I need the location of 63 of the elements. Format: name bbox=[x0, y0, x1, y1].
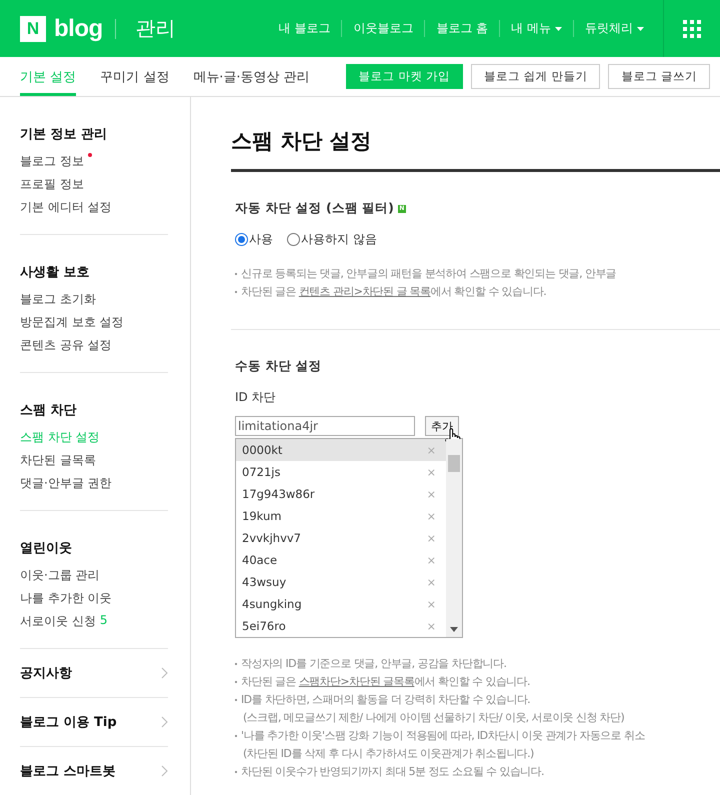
sidebar-heading: 스팸 차단 bbox=[20, 402, 78, 419]
chevron-icon bbox=[161, 716, 168, 728]
chevron-icon bbox=[161, 765, 168, 777]
sidebar-item[interactable]: 블로그 정보 bbox=[20, 153, 168, 170]
radio-option[interactable]: 사용하지 않음 bbox=[287, 231, 377, 248]
sidebar-item[interactable]: 댓글·안부글 권한 bbox=[20, 475, 168, 492]
sidebar-item[interactable]: 차단된 글목록 bbox=[20, 452, 168, 469]
sidebar-item[interactable]: 방문집계 보호 설정 bbox=[20, 314, 168, 331]
sidebar-item[interactable]: 서로이웃 신청 5 bbox=[20, 613, 168, 630]
note-text: '나를 추가한 이웃'스팸 강화 기능이 적용됨에 따라, ID차단시 이웃 관계가 자동으로 취소 bbox=[241, 728, 645, 743]
list-item[interactable]: 43wsuy × bbox=[236, 571, 446, 593]
grid-icon bbox=[683, 20, 701, 38]
id-input[interactable]: limitationa4jr bbox=[235, 416, 415, 436]
list-item[interactable]: 0721js × bbox=[236, 461, 446, 483]
page-title: 스팸 차단 설정 bbox=[231, 127, 720, 172]
radio-option[interactable]: 사용 bbox=[235, 231, 273, 248]
note-link[interactable]: 컨텐츠 관리>차단된 글 목록 bbox=[298, 285, 431, 298]
sidebar-item[interactable]: 프로필 정보 bbox=[20, 176, 168, 193]
request-count: 5 bbox=[100, 613, 108, 627]
sidebar-item[interactable]: 블로그 초기화 bbox=[20, 291, 168, 308]
scrollbar[interactable] bbox=[446, 439, 462, 637]
section-heading: 자동 차단 설정 (스팸 필터) bbox=[235, 200, 394, 217]
sidebar-heading: 사생활 보호 bbox=[20, 264, 91, 281]
list-item[interactable]: 4sungking × bbox=[236, 593, 446, 615]
action-button[interactable]: 블로그 쉽게 만들기 bbox=[471, 64, 600, 89]
nav-tab[interactable]: 메뉴·글·동영상 관리 bbox=[193, 57, 310, 96]
list-item[interactable]: 5ei76ro × bbox=[236, 615, 446, 637]
sidebar-link[interactable]: 블로그 이용 Tip bbox=[20, 713, 117, 731]
sidebar-heading: 열린이웃 bbox=[20, 540, 73, 557]
new-dot bbox=[88, 153, 92, 157]
list-item[interactable]: 2vvkjhvv7 × bbox=[236, 527, 446, 549]
list-item[interactable]: 0000kt × bbox=[236, 439, 446, 461]
sidebar-item[interactable]: 콘텐츠 공유 설정 bbox=[20, 337, 168, 354]
sidebar-item[interactable]: 나를 추가한 이웃 bbox=[20, 590, 168, 607]
radio-circle[interactable] bbox=[235, 233, 248, 246]
list-item[interactable]: 40ace × bbox=[236, 549, 446, 571]
sidebar-item[interactable]: 이웃·그룹 관리 bbox=[20, 567, 168, 584]
note-link[interactable]: 스팸차단>차단된 글목록 bbox=[298, 675, 414, 688]
scroll-thumb[interactable] bbox=[448, 455, 460, 472]
section-heading: 수동 차단 설정 bbox=[235, 358, 322, 375]
note-text: (스크랩, 메모글쓰기 제한/ 나에게 아이템 선물하기 차단/ 이웃, 서로이웃 신청 차단) bbox=[243, 710, 624, 725]
section-title: 관리 bbox=[136, 15, 176, 42]
action-button[interactable]: 블로그 글쓰기 bbox=[608, 64, 710, 89]
sidebar-link[interactable]: 블로그 스마트봇 bbox=[20, 762, 116, 780]
list-item[interactable]: 17g943w86r × bbox=[236, 483, 446, 505]
note-text: 차단된 이웃수가 반영되기까지 최대 5분 정도 소요될 수 있습니다. bbox=[241, 764, 544, 779]
radio-circle[interactable] bbox=[287, 233, 300, 246]
note-text: 차단된 글은 스팸차단>차단된 글목록에서 확인할 수 있습니다. bbox=[241, 674, 530, 689]
sidebar-link[interactable]: 공지사항 bbox=[20, 664, 72, 682]
nav-tab[interactable]: 꾸미기 설정 bbox=[100, 57, 170, 96]
field-label: ID 차단 bbox=[235, 389, 277, 406]
chevron-icon bbox=[161, 667, 168, 679]
sidebar-heading: 기본 정보 관리 bbox=[20, 126, 108, 143]
down-arrow-icon[interactable] bbox=[450, 627, 458, 632]
caret-icon bbox=[555, 26, 562, 30]
list-item[interactable]: 19kum × bbox=[236, 505, 446, 527]
note-text: ID를 차단하면, 스패머의 활동을 더 강력히 차단할 수 있습니다. bbox=[241, 692, 530, 707]
sidebar-item[interactable]: 기본 에디터 설정 bbox=[20, 199, 168, 216]
note-text: 신규로 등록되는 댓글, 안부글의 패턴을 분석하여 스팸으로 확인되는 댓글, 안부글 bbox=[241, 266, 616, 281]
caret-icon bbox=[637, 26, 644, 30]
note-text: 작성자의 ID를 기준으로 댓글, 안부글, 공감을 차단합니다. bbox=[241, 656, 506, 671]
note-text: 차단된 글은 컨텐츠 관리>차단된 글 목록에서 확인할 수 있습니다. bbox=[241, 284, 546, 299]
note-text: (차단된 ID를 삭제 후 다시 추가하셔도 이웃관계가 취소됩니다.) bbox=[243, 746, 534, 761]
